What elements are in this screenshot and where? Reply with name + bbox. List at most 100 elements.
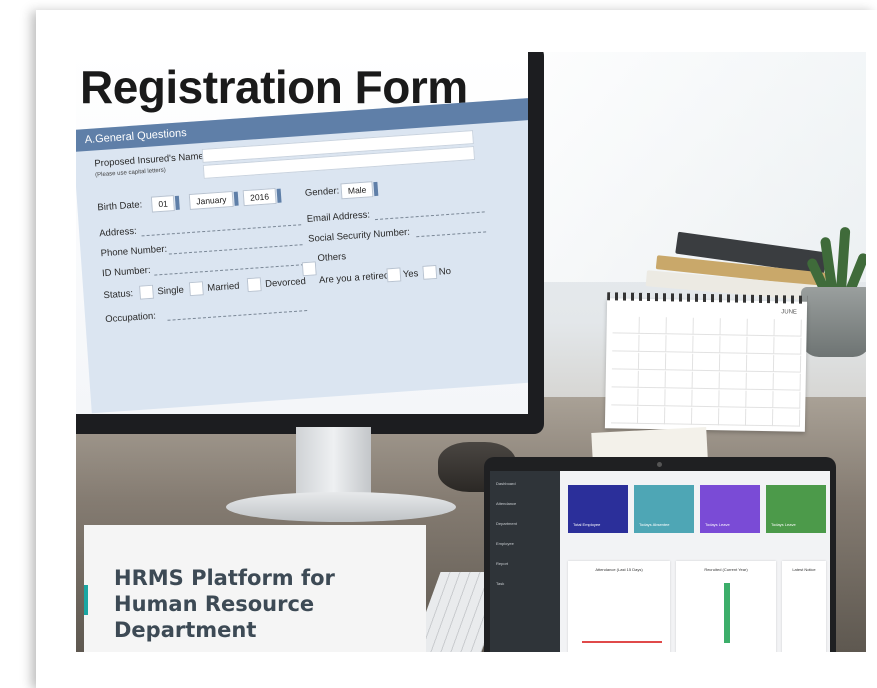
phone-line[interactable] xyxy=(168,244,303,255)
dashboard-panel: Recruited (Current Year) xyxy=(676,561,776,652)
caption-accent xyxy=(84,585,88,615)
birth-day-select[interactable]: 01 xyxy=(150,195,176,213)
email-label: Email Address: xyxy=(306,209,371,225)
email-line[interactable] xyxy=(374,211,485,221)
id-number-line[interactable] xyxy=(154,264,304,276)
dashboard-nav-item[interactable]: Attendance xyxy=(496,501,516,506)
photo-scene: JUNE Registration Form A.General Questio… xyxy=(76,52,866,652)
laptop-camera xyxy=(657,462,662,467)
calendar-cell xyxy=(746,354,775,373)
dashboard-tile-label: Total Employee xyxy=(573,522,601,527)
caption-card: HRMS Platform for Human Resource Departm… xyxy=(84,525,426,652)
calendar-cell xyxy=(610,406,639,424)
married-checkbox[interactable] xyxy=(188,281,204,297)
birth-date-label: Birth Date: xyxy=(97,199,143,214)
calendar-cell xyxy=(665,371,693,389)
retired-no-label: No xyxy=(438,265,452,278)
monitor: Registration Form A.General Questions Pr… xyxy=(76,52,544,434)
birth-year-select[interactable]: 2016 xyxy=(242,187,277,207)
dashboard-nav-item[interactable]: Report xyxy=(496,561,508,566)
calendar-cell xyxy=(638,388,666,407)
dashboard-tile[interactable]: Todays Absentee xyxy=(634,485,694,533)
retired-yes-checkbox[interactable] xyxy=(386,267,402,283)
calendar-cell xyxy=(665,353,694,371)
retired-no-checkbox[interactable] xyxy=(422,264,438,280)
dashboard-tile-label: Todays Leave xyxy=(771,522,796,527)
caption-line-2: Human Resource xyxy=(114,592,315,616)
calendar-cell xyxy=(638,352,667,371)
dashboard-nav-item[interactable]: Task xyxy=(496,581,504,586)
id-number-label: ID Number: xyxy=(101,264,151,280)
calendar-cell xyxy=(774,337,802,355)
calendar-cell xyxy=(611,352,640,370)
others-checkbox[interactable] xyxy=(301,261,317,277)
calendar-cell xyxy=(611,388,639,406)
calendar-cell xyxy=(747,336,775,355)
calendar-cell xyxy=(719,390,747,408)
calendar-cell xyxy=(692,353,721,372)
calendar-cell xyxy=(718,408,747,426)
retired-label: Are you a retired? xyxy=(318,269,395,287)
dashboard-tile[interactable]: Todays Leave xyxy=(766,485,826,533)
registration-form: A.General Questions Proposed Insured's N… xyxy=(76,96,528,414)
name-hint: (Please use capital letters) xyxy=(95,167,166,179)
retired-yes-label: Yes xyxy=(402,268,419,281)
calendar-cell xyxy=(612,316,640,334)
calendar-cell xyxy=(719,372,747,390)
dashboard-panel: Attendance (Last 15 Days) xyxy=(568,561,670,652)
birth-month-select[interactable]: January xyxy=(188,190,235,210)
calendar-cell xyxy=(773,355,802,373)
occupation-line[interactable] xyxy=(167,310,308,321)
calendar-cell xyxy=(639,334,667,353)
calendar-cell xyxy=(611,370,639,388)
address-label: Address: xyxy=(98,225,138,240)
occupation-label: Occupation: xyxy=(104,310,157,326)
address-line[interactable] xyxy=(141,224,302,237)
laptop: Dashboard Attendance Department Employee Rep… xyxy=(484,457,836,652)
calendar-cell xyxy=(745,408,774,427)
dashboard-nav-item[interactable]: Employee xyxy=(496,541,514,546)
calendar-cell xyxy=(720,318,748,336)
dashboard-tile[interactable]: Total Employee xyxy=(568,485,628,533)
dashboard-panel-title: Attendance (Last 15 Days) xyxy=(595,567,643,572)
ssn-line[interactable] xyxy=(416,231,487,238)
dashboard-tile-label: Todays Leave xyxy=(705,522,730,527)
calendar-cell xyxy=(638,370,666,389)
caption-line-3: Department xyxy=(114,618,257,642)
dashboard-nav-item[interactable]: Dashboard xyxy=(496,481,516,486)
others-label: Others xyxy=(317,251,347,265)
calendar-cell xyxy=(747,318,775,337)
monitor-base xyxy=(226,492,456,522)
desk-calendar: JUNE xyxy=(604,292,808,432)
dashboard-tile[interactable]: Todays Leave xyxy=(700,485,760,533)
dashboard-panel-title: Recruited (Current Year) xyxy=(704,567,748,572)
dashboard-sidebar: Dashboard Attendance Department Employee Rep… xyxy=(490,471,560,652)
calendar-cell xyxy=(773,391,801,409)
divorced-checkbox[interactable] xyxy=(246,277,262,293)
status-label: Status: xyxy=(103,288,134,302)
plant-pot xyxy=(801,287,866,357)
calendar-cell xyxy=(693,335,721,354)
calendar-cell xyxy=(720,336,748,354)
married-label: Married xyxy=(206,280,240,294)
calendar-cell xyxy=(692,371,720,390)
dashboard-tile-label: Todays Absentee xyxy=(639,522,670,527)
calendar-cell xyxy=(691,407,720,426)
calendar-cell xyxy=(665,389,693,407)
monitor-screen: Registration Form A.General Questions Pr… xyxy=(76,52,528,414)
single-checkbox[interactable] xyxy=(139,284,154,300)
ssn-label: Social Security Number: xyxy=(307,226,411,245)
calendar-cell xyxy=(612,334,640,352)
attendance-line xyxy=(582,641,662,643)
name-label: Proposed Insured's Name: xyxy=(94,150,207,170)
calendar-cell xyxy=(666,317,694,335)
gender-label: Gender: xyxy=(304,185,340,199)
calendar-cell xyxy=(639,316,667,335)
calendar-cell xyxy=(664,407,693,425)
calendar-cell xyxy=(719,354,748,372)
calendar-cell xyxy=(772,409,801,427)
divorced-label: Devorced xyxy=(264,276,307,290)
dashboard-nav-item[interactable]: Department xyxy=(496,521,517,526)
calendar-cell xyxy=(746,372,774,391)
gender-select[interactable]: Male xyxy=(340,181,374,200)
